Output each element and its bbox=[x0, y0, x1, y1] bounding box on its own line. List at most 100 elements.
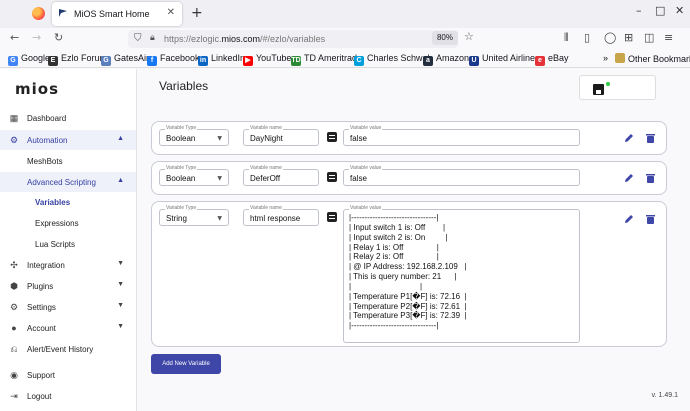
pocket-icon[interactable]: ◫ bbox=[644, 31, 654, 44]
sidebar: mios ▦ Dashboard ⚙ Automation ▲ MeshBots… bbox=[0, 69, 137, 411]
variable-value-textarea[interactable]: Variable value |------------------------… bbox=[343, 205, 580, 343]
shield-icon[interactable]: ⛉ bbox=[134, 33, 142, 44]
bookmark-united[interactable]: U United Airlines bbox=[469, 53, 540, 66]
forward-icon[interactable]: → bbox=[32, 31, 41, 44]
sidebar-item-label: Settings bbox=[27, 303, 56, 312]
variable-value-input[interactable]: Variable value false bbox=[343, 125, 580, 146]
amazon-icon: a bbox=[423, 56, 433, 66]
maximize-icon[interactable]: □ bbox=[655, 4, 665, 17]
browser-tab[interactable]: MiOS Smart Home ✕ bbox=[52, 2, 182, 26]
edit-icon[interactable] bbox=[624, 214, 634, 224]
variable-type-select[interactable]: Variable Type Boolean ▼ bbox=[159, 125, 229, 146]
reload-icon[interactable]: ↻ bbox=[54, 31, 63, 44]
bookmark-label: Google bbox=[21, 53, 51, 63]
add-new-variable-button[interactable]: Add New Variable bbox=[151, 354, 221, 374]
united-icon: U bbox=[469, 56, 479, 66]
field-value: String bbox=[166, 214, 187, 223]
sidebar-item-variables[interactable]: Variables bbox=[0, 192, 136, 212]
edit-icon[interactable] bbox=[624, 173, 634, 183]
sidebar-item-expressions[interactable]: Expressions bbox=[0, 213, 136, 233]
library-icon[interactable]: ⫴ bbox=[564, 31, 569, 45]
sidebar-item-label: Automation bbox=[27, 136, 68, 145]
variable-name-input[interactable]: Variable name html response bbox=[243, 205, 319, 226]
sidebar-item-logout[interactable]: ⇥ Logout bbox=[0, 386, 136, 406]
sidebar-item-integration[interactable]: ✣ Integration ▼ bbox=[0, 255, 136, 275]
field-value: Boolean bbox=[166, 134, 196, 143]
lock-icon[interactable]: 🔒︎ bbox=[150, 33, 155, 43]
delete-icon[interactable] bbox=[646, 214, 655, 224]
variable-type-select[interactable]: Variable Type Boolean ▼ bbox=[159, 165, 229, 186]
logout-icon: ⇥ bbox=[10, 391, 18, 401]
variable-name-input[interactable]: Variable name DayNight bbox=[243, 125, 319, 146]
firefox-icon[interactable] bbox=[32, 7, 45, 20]
chevron-down-icon: ▼ bbox=[217, 135, 222, 142]
bookmark-label: Facebook bbox=[160, 53, 200, 63]
bookmarks-overflow-icon[interactable]: » bbox=[603, 53, 608, 63]
sidebar-item-support[interactable]: ◉ Support bbox=[0, 365, 136, 385]
url-bar[interactable]: ⛉ 🔒︎ https://ezlogic.mios.com/#/ezlo/var… bbox=[128, 30, 458, 48]
bookmark-facebook[interactable]: f Facebook bbox=[147, 53, 200, 66]
sidebar-item-lua-scripts[interactable]: Lua Scripts bbox=[0, 234, 136, 254]
bookmark-label: Amazon bbox=[436, 53, 470, 63]
account-icon[interactable]: ◯ bbox=[604, 31, 616, 44]
sidebar-item-advanced-scripting[interactable]: Advanced Scripting ▲ bbox=[0, 172, 136, 192]
bookmark-linkedin[interactable]: in LinkedIn bbox=[198, 53, 245, 66]
field-value[interactable]: false bbox=[350, 174, 367, 183]
sidebar-item-automation[interactable]: ⚙ Automation ▲ bbox=[0, 130, 136, 150]
bookmark-ebay[interactable]: e eBay bbox=[535, 53, 569, 66]
chevron-down-icon: ▼ bbox=[117, 260, 124, 267]
field-value: Boolean bbox=[166, 174, 196, 183]
variable-value-input[interactable]: Variable value false bbox=[343, 165, 580, 186]
equals-icon[interactable] bbox=[327, 172, 337, 182]
extensions-icon[interactable]: ⊞ bbox=[624, 31, 633, 44]
field-label: Variable Type bbox=[165, 125, 198, 131]
save-button[interactable] bbox=[579, 75, 656, 100]
other-bookmarks[interactable]: Other Bookmarks bbox=[615, 53, 690, 64]
other-bookmarks-label: Other Bookmarks bbox=[628, 54, 690, 64]
field-value[interactable]: html response bbox=[250, 214, 300, 223]
sidebar-item-settings[interactable]: ⚙ Settings ▼ bbox=[0, 297, 136, 317]
save-icon bbox=[593, 82, 610, 95]
delete-icon[interactable] bbox=[646, 173, 655, 183]
sidebar-item-dashboard[interactable]: ▦ Dashboard bbox=[0, 108, 136, 128]
facebook-icon: f bbox=[147, 56, 157, 66]
zoom-level[interactable]: 80% bbox=[432, 31, 458, 45]
bookmark-youtube[interactable]: ▶ YouTube bbox=[243, 53, 291, 66]
menu-icon[interactable]: ≡ bbox=[664, 31, 673, 44]
variable-name-input[interactable]: Variable name DeferOff bbox=[243, 165, 319, 186]
sidebar-item-alert-history[interactable]: ⎌ Alert/Event History bbox=[0, 339, 136, 359]
variable-type-select[interactable]: Variable Type String ▼ bbox=[159, 205, 229, 226]
bookmark-td[interactable]: TD TD Ameritrade bbox=[291, 53, 362, 66]
field-label: Variable value bbox=[349, 125, 383, 131]
bookmark-amazon[interactable]: a Amazon bbox=[423, 53, 469, 66]
delete-icon[interactable] bbox=[646, 133, 655, 143]
account-icon: ● bbox=[11, 323, 17, 333]
field-value[interactable]: false bbox=[350, 134, 367, 143]
folder-icon bbox=[615, 53, 625, 63]
mios-logo[interactable]: mios bbox=[15, 80, 59, 98]
bookmark-star-icon[interactable]: ☆ bbox=[464, 30, 474, 43]
field-value[interactable]: |--------------------------------| | Inp… bbox=[349, 213, 467, 331]
back-icon[interactable]: ← bbox=[10, 31, 19, 44]
sidebar-item-meshbots[interactable]: MeshBots bbox=[0, 151, 136, 171]
sidebar-icon[interactable]: ▯ bbox=[584, 31, 590, 44]
bookmark-schwab[interactable]: C Charles Schwab bbox=[354, 53, 433, 66]
automation-icon: ⚙ bbox=[9, 135, 19, 145]
edit-icon[interactable] bbox=[624, 133, 634, 143]
equals-icon[interactable] bbox=[327, 212, 337, 222]
field-value[interactable]: DayNight bbox=[250, 134, 283, 143]
bookmark-google[interactable]: G Google bbox=[8, 53, 50, 66]
sidebar-item-plugins[interactable]: ⬢ Plugins ▼ bbox=[0, 276, 136, 296]
bookmark-gatesair[interactable]: G GatesAir bbox=[101, 53, 149, 66]
url-text[interactable]: https://ezlogic.mios.com/#/ezlo/variable… bbox=[164, 34, 325, 44]
variable-card: Variable Type String ▼ Variable name htm… bbox=[151, 201, 667, 347]
dashboard-icon: ▦ bbox=[9, 113, 19, 123]
new-tab-icon[interactable]: + bbox=[191, 5, 203, 21]
minimize-icon[interactable]: – bbox=[636, 4, 642, 17]
field-value[interactable]: DeferOff bbox=[250, 174, 280, 183]
sidebar-item-account[interactable]: ● Account ▼ bbox=[0, 318, 136, 338]
close-tab-icon[interactable]: ✕ bbox=[167, 7, 175, 18]
equals-icon[interactable] bbox=[327, 132, 337, 142]
bookmark-ezlo[interactable]: E Ezlo Forum bbox=[48, 53, 107, 66]
close-window-icon[interactable]: ✕ bbox=[675, 4, 684, 17]
